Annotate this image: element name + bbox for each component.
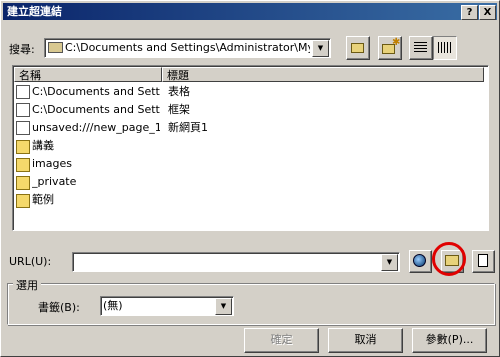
url-combo[interactable]: ▼ bbox=[72, 252, 400, 272]
list-item[interactable]: _private bbox=[16, 173, 160, 191]
highlight-circle bbox=[432, 242, 466, 276]
column-header-title[interactable]: 標題 bbox=[162, 67, 484, 82]
title-bar: 建立超連結 ? X bbox=[3, 3, 497, 20]
list-item-name: 範例 bbox=[32, 193, 54, 206]
create-new-page-button[interactable] bbox=[472, 250, 495, 273]
file-list[interactable]: 名稱 標題 C:\Documents and Settin...表格C:\Doc… bbox=[12, 65, 489, 231]
options-group-label: 選用 bbox=[13, 277, 41, 293]
page-icon bbox=[16, 103, 30, 117]
bookmark-combo[interactable]: (無) ▼ bbox=[100, 296, 234, 316]
cancel-button[interactable]: 取消 bbox=[328, 328, 403, 353]
url-label: URL(U): bbox=[9, 255, 52, 268]
lookin-label: 搜尋: bbox=[9, 43, 35, 56]
list-item-name: images bbox=[32, 157, 72, 170]
folder-icon bbox=[16, 140, 30, 154]
url-dropdown-arrow-icon[interactable]: ▼ bbox=[381, 254, 398, 271]
list-item-name: unsaved:///new_page_1.h... bbox=[32, 121, 160, 134]
lookin-combo[interactable]: C:\Documents and Settings\Administrator\… bbox=[44, 38, 331, 58]
folder-icon bbox=[16, 194, 30, 208]
list-item[interactable]: 範例 bbox=[16, 191, 160, 209]
parameters-button[interactable]: 參數(P)... bbox=[412, 328, 487, 353]
new-folder-button[interactable]: ✱ bbox=[378, 36, 402, 60]
dropdown-arrow-icon[interactable]: ▼ bbox=[312, 40, 329, 57]
column-header-name[interactable]: 名稱 bbox=[14, 67, 162, 82]
list-view-icon bbox=[414, 42, 427, 53]
new-page-icon bbox=[478, 254, 488, 267]
list-item-name: 講義 bbox=[32, 139, 54, 152]
ok-button[interactable]: 確定 bbox=[244, 328, 319, 353]
list-item-name: C:\Documents and Settin... bbox=[32, 103, 160, 116]
list-item[interactable]: unsaved:///new_page_1.h... 新網頁1 bbox=[16, 119, 208, 137]
list-item[interactable]: C:\Documents and Settin... 框架 bbox=[16, 101, 190, 119]
options-group bbox=[7, 283, 495, 325]
list-view-button[interactable] bbox=[409, 36, 433, 60]
list-item[interactable]: 講義 bbox=[16, 137, 160, 155]
list-item-title: 框架 bbox=[168, 103, 190, 116]
folder-icon bbox=[16, 176, 30, 190]
close-button[interactable]: X bbox=[479, 5, 496, 20]
list-item-name: _private bbox=[32, 175, 77, 188]
details-view-icon bbox=[438, 42, 451, 53]
browse-web-button[interactable] bbox=[409, 250, 432, 273]
list-item[interactable]: C:\Documents and Settin... 表格 bbox=[16, 83, 190, 101]
sparkle-icon: ✱ bbox=[392, 37, 401, 48]
page-icon bbox=[16, 121, 30, 135]
web-folder-icon bbox=[48, 42, 63, 53]
list-item-name: C:\Documents and Settin... bbox=[32, 85, 160, 98]
up-folder-icon bbox=[351, 43, 364, 53]
lookin-value: C:\Documents and Settings\Administrator\… bbox=[65, 41, 310, 54]
globe-icon bbox=[413, 254, 426, 267]
bookmark-value: (無) bbox=[103, 299, 123, 312]
url-input[interactable] bbox=[75, 255, 379, 269]
list-item[interactable]: images bbox=[16, 155, 160, 173]
bookmark-dropdown-arrow-icon[interactable]: ▼ bbox=[215, 298, 232, 315]
folder-icon bbox=[16, 158, 30, 172]
create-hyperlink-dialog: 建立超連結 ? X 搜尋: C:\Documents and Settings\… bbox=[0, 0, 500, 357]
bookmark-label: 書籤(B): bbox=[38, 301, 80, 314]
list-item-title: 表格 bbox=[168, 85, 190, 98]
up-one-level-button[interactable] bbox=[346, 36, 370, 60]
help-button[interactable]: ? bbox=[461, 5, 478, 20]
page-icon bbox=[16, 85, 30, 99]
list-item-title: 新網頁1 bbox=[168, 121, 208, 134]
window-title: 建立超連結 bbox=[7, 5, 62, 18]
details-view-button[interactable] bbox=[433, 36, 457, 60]
